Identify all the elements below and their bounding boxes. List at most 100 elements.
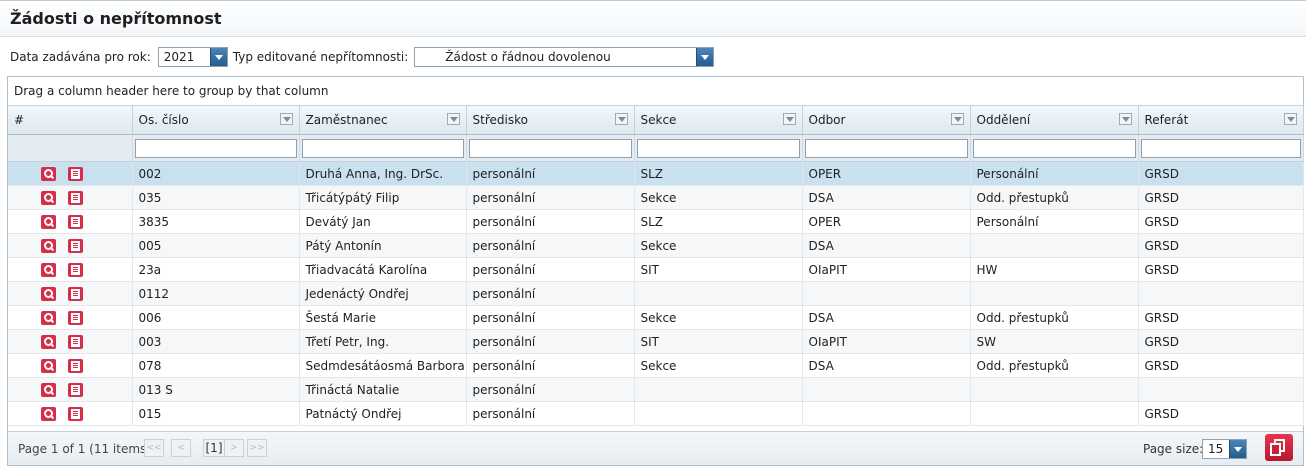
table-row[interactable]: 0112 Jedenáctý Ondřej personální — [8, 281, 1304, 306]
table-cell-odbor — [802, 377, 971, 402]
document-icon[interactable] — [68, 214, 83, 229]
column-header-zamestnanec[interactable]: Zaměstnanec — [299, 106, 467, 135]
table-cell-stredisko: personální — [466, 377, 635, 402]
page-size-select[interactable]: 15 — [1202, 439, 1247, 459]
table-row[interactable]: 006 Šestá Marie personální Sekce DSA Odd. pře… — [8, 305, 1304, 330]
table-cell-oddeleni: Odd. přestupků — [970, 185, 1139, 210]
filter-input-oddeleni[interactable] — [972, 138, 1136, 158]
search-icon[interactable] — [41, 190, 56, 205]
table-cell-sekce: SIT — [634, 257, 803, 282]
search-icon[interactable] — [41, 214, 56, 229]
column-header-referat[interactable]: Referát — [1138, 106, 1304, 135]
filter-input-sekce[interactable] — [636, 138, 800, 158]
table-cell-odbor: DSA — [802, 185, 971, 210]
table-row[interactable]: 002 Druhá Anna, Ing. DrSc. personální SLZ OP… — [8, 161, 1304, 186]
table-cell-oddeleni — [970, 281, 1139, 306]
column-header-odbor[interactable]: Odbor — [802, 106, 971, 135]
document-icon[interactable] — [68, 406, 83, 421]
group-panel[interactable]: Drag a column header here to group by th… — [8, 77, 1303, 106]
document-icon[interactable] — [68, 262, 83, 277]
table-cell-os: 003 — [132, 329, 300, 354]
column-header-os-cislo[interactable]: Os. číslo — [132, 106, 300, 135]
search-icon[interactable] — [41, 286, 56, 301]
document-icon[interactable] — [68, 382, 83, 397]
table-cell-referat — [1138, 377, 1304, 402]
column-filter-icon[interactable] — [279, 113, 293, 125]
column-header-sekce[interactable]: Sekce — [634, 106, 803, 135]
table-row[interactable]: 005 Pátý Antonín personální Sekce DSA GRSD — [8, 233, 1304, 258]
filter-input-odbor[interactable] — [804, 138, 968, 158]
search-icon[interactable] — [41, 166, 56, 181]
table-cell-oddeleni: Odd. přestupků — [970, 353, 1139, 378]
table-cell-stredisko: personální — [466, 161, 635, 186]
table-cell-odbor: OPER — [802, 161, 971, 186]
page-title: Žádosti o nepřítomnost — [10, 9, 222, 28]
search-icon[interactable] — [41, 358, 56, 373]
table-cell-name: Devátý Jan — [299, 209, 467, 234]
table-cell-odbor: OPER — [802, 209, 971, 234]
prev-page-button[interactable]: < — [171, 439, 191, 457]
column-filter-icon[interactable] — [614, 113, 628, 125]
search-icon[interactable] — [41, 262, 56, 277]
export-icon[interactable] — [1265, 434, 1293, 461]
table-cell-sekce — [634, 281, 803, 306]
row-actions-cell — [8, 257, 133, 282]
table-row[interactable]: 23a Třiadvacátá Karolína personální SIT OIaP… — [8, 257, 1304, 282]
column-filter-icon[interactable] — [446, 113, 460, 125]
absence-type-select[interactable]: Žádost o řádnou dovolenou — [414, 47, 715, 67]
table-row[interactable]: 003 Třetí Petr, Ing. personální SIT OIaPIT SW… — [8, 329, 1304, 354]
filter-input-stredisko[interactable] — [468, 138, 632, 158]
current-page-button[interactable]: [1] — [203, 439, 225, 457]
column-filter-icon[interactable] — [782, 113, 796, 125]
requests-table: # Os. číslo Zaměstnanec Středisko Sekce … — [8, 106, 1304, 426]
search-icon[interactable] — [41, 334, 56, 349]
row-actions-cell — [8, 185, 133, 210]
table-cell-name: Jedenáctý Ondřej — [299, 281, 467, 306]
search-icon[interactable] — [41, 238, 56, 253]
table-cell-os: 3835 — [132, 209, 300, 234]
search-icon[interactable] — [41, 382, 56, 397]
table-cell-sekce: SIT — [634, 329, 803, 354]
column-header-oddeleni[interactable]: Oddělení — [970, 106, 1139, 135]
row-actions-cell — [8, 281, 133, 306]
filter-input-referat[interactable] — [1140, 138, 1301, 158]
page-size-dropdown-button[interactable] — [1229, 440, 1246, 458]
table-cell-referat: GRSD — [1138, 185, 1304, 210]
filter-cell — [299, 134, 467, 162]
table-cell-odbor: OIaPIT — [802, 329, 971, 354]
document-icon[interactable] — [68, 166, 83, 181]
table-cell-oddeleni: HW — [970, 257, 1139, 282]
document-icon[interactable] — [68, 334, 83, 349]
column-filter-icon[interactable] — [1283, 113, 1297, 125]
column-filter-icon[interactable] — [1118, 113, 1132, 125]
year-select-dropdown-button[interactable] — [209, 48, 227, 66]
table-row[interactable]: 078 Sedmdesátáosmá Barbora personální Sekce… — [8, 353, 1304, 378]
search-icon[interactable] — [41, 310, 56, 325]
absence-type-dropdown-button[interactable] — [696, 48, 714, 66]
table-row[interactable]: 3835 Devátý Jan personální SLZ OPER Personáln… — [8, 209, 1304, 234]
table-cell-name: Šestá Marie — [299, 305, 467, 330]
row-actions-cell — [8, 209, 133, 234]
column-header-label: Referát — [1144, 113, 1189, 127]
next-page-button[interactable]: > — [224, 439, 244, 457]
document-icon[interactable] — [68, 190, 83, 205]
document-icon[interactable] — [68, 286, 83, 301]
column-filter-icon[interactable] — [950, 113, 964, 125]
first-page-button[interactable]: << — [144, 439, 164, 457]
last-page-button[interactable]: >> — [247, 439, 267, 457]
table-row[interactable]: 015 Patnáctý Ondřej personální GRSD — [8, 401, 1304, 426]
table-cell-stredisko: personální — [466, 401, 635, 426]
table-row[interactable]: 013 S Třináctá Natalie personální — [8, 377, 1304, 402]
filter-input-zamestnanec[interactable] — [301, 138, 464, 158]
filter-input-os-cislo[interactable] — [134, 138, 297, 158]
document-icon[interactable] — [68, 358, 83, 373]
document-icon[interactable] — [68, 238, 83, 253]
column-header-stredisko[interactable]: Středisko — [466, 106, 635, 135]
search-icon[interactable] — [41, 406, 56, 421]
table-row[interactable]: 035 Třicátýpátý Filip personální Sekce DSA Od… — [8, 185, 1304, 210]
table-cell-oddeleni — [970, 377, 1139, 402]
document-icon[interactable] — [68, 310, 83, 325]
year-select[interactable]: 2021 — [157, 47, 228, 67]
table-cell-sekce: SLZ — [634, 161, 803, 186]
table-cell-stredisko: personální — [466, 233, 635, 258]
